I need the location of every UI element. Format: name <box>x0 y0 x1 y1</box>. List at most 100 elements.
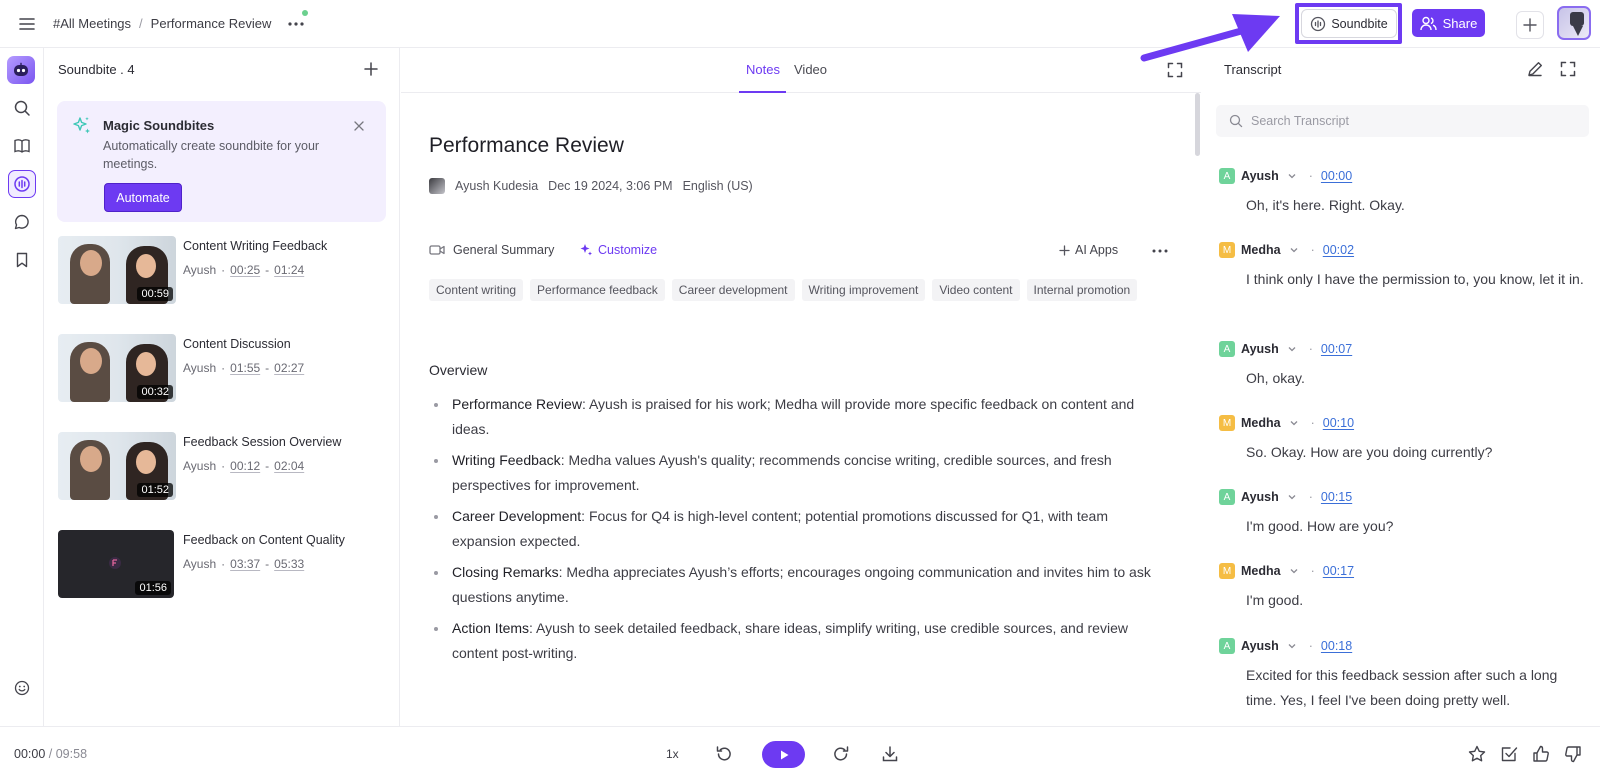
more-options-icon[interactable] <box>286 14 306 34</box>
magic-soundbites-card: Magic Soundbites Automatically create so… <box>57 101 386 222</box>
search-icon[interactable] <box>8 94 36 122</box>
timestamp-link[interactable]: 00:07 <box>1321 342 1352 356</box>
meta-separator: · <box>221 263 226 277</box>
speaker-name[interactable]: Medha <box>1241 243 1281 257</box>
chevron-down-icon[interactable] <box>1287 344 1297 354</box>
search-transcript-input[interactable] <box>1251 114 1581 128</box>
topic-tag[interactable]: Internal promotion <box>1026 279 1138 301</box>
speaker-name[interactable]: Ayush <box>1241 169 1279 183</box>
play-button[interactable] <box>762 741 805 768</box>
chat-icon[interactable] <box>8 208 36 236</box>
menu-icon[interactable] <box>18 15 36 33</box>
speaker-name[interactable]: Ayush <box>1241 342 1279 356</box>
timestamp-link[interactable]: 00:02 <box>1323 243 1354 257</box>
clip-start-time[interactable]: 01:55 <box>230 361 260 375</box>
topic-tag[interactable]: Career development <box>671 279 795 301</box>
chevron-down-icon[interactable] <box>1287 171 1297 181</box>
thumbs-up-icon[interactable] <box>1531 744 1551 764</box>
expand-icon[interactable] <box>1559 60 1577 78</box>
speaker-name[interactable]: Medha <box>1241 564 1281 578</box>
soundbite-clip[interactable]: 01:56 Feedback on Content Quality Ayush … <box>58 530 388 600</box>
download-icon[interactable] <box>880 744 900 764</box>
chevron-down-icon[interactable] <box>1289 245 1299 255</box>
timestamp-link[interactable]: 00:17 <box>1323 564 1354 578</box>
app-logo-icon[interactable] <box>7 56 35 84</box>
breadcrumb: #All Meetings / Performance Review <box>53 16 271 31</box>
expand-icon[interactable] <box>1166 61 1184 79</box>
chevron-down-icon[interactable] <box>1287 492 1297 502</box>
topic-tag[interactable]: Content writing <box>429 279 524 301</box>
clip-meta: Ayush · 00:25 - 01:24 <box>183 263 304 277</box>
transcript-panel: Transcript A Ayush · 00:00 Oh, it's here… <box>1202 48 1600 726</box>
clip-thumbnail: 00:59 <box>58 236 176 304</box>
range-separator: - <box>265 263 270 277</box>
book-icon[interactable] <box>8 132 36 160</box>
forward-icon[interactable] <box>831 744 851 764</box>
clip-end-time[interactable]: 01:24 <box>274 263 304 277</box>
clip-start-time[interactable]: 00:25 <box>230 263 260 277</box>
timestamp-link[interactable]: 00:00 <box>1321 169 1352 183</box>
current-time: 00:00 <box>14 747 46 761</box>
speaker-name[interactable]: Medha <box>1241 416 1281 430</box>
close-icon[interactable] <box>352 119 366 133</box>
chevron-down-icon[interactable] <box>1287 641 1297 651</box>
tab-notes[interactable]: Notes <box>746 62 780 77</box>
clip-end-time[interactable]: 02:27 <box>274 361 304 375</box>
speaker-badge: M <box>1219 415 1235 431</box>
checkbox-icon[interactable] <box>1499 744 1519 764</box>
status-dot <box>302 10 308 16</box>
clip-end-time[interactable]: 05:33 <box>274 557 304 571</box>
edit-icon[interactable] <box>1526 60 1544 78</box>
soundbite-clip[interactable]: 00:32 Content Discussion Ayush · 01:55 -… <box>58 334 388 404</box>
share-button[interactable]: Share <box>1412 9 1485 37</box>
breadcrumb-separator: / <box>139 16 143 31</box>
topic-tag[interactable]: Performance feedback <box>530 279 665 301</box>
thumbs-down-icon[interactable] <box>1563 744 1583 764</box>
soundbite-clip[interactable]: 00:59 Content Writing Feedback Ayush · 0… <box>58 236 388 306</box>
search-icon <box>1229 114 1243 128</box>
tab-video[interactable]: Video <box>794 62 827 77</box>
scrollbar[interactable] <box>1195 93 1200 156</box>
speaker-name[interactable]: Ayush <box>1241 639 1279 653</box>
transcript-text: I think only I have the permission to, y… <box>1246 271 1584 287</box>
soundbite-clip[interactable]: 01:52 Feedback Session Overview Ayush · … <box>58 432 388 502</box>
speaker-name[interactable]: Ayush <box>1241 490 1279 504</box>
meta-separator: · <box>221 361 226 375</box>
clip-end-time[interactable]: 02:04 <box>274 459 304 473</box>
rewind-icon[interactable] <box>714 744 734 764</box>
clip-start-time[interactable]: 00:12 <box>230 459 260 473</box>
topic-tag[interactable]: Video content <box>932 279 1020 301</box>
automate-button[interactable]: Automate <box>104 183 182 212</box>
breadcrumb-all-meetings[interactable]: #All Meetings <box>53 16 131 31</box>
soundbite-nav-icon[interactable] <box>8 170 36 198</box>
soundbite-button[interactable]: Soundbite <box>1301 9 1397 38</box>
chevron-down-icon[interactable] <box>1289 418 1299 428</box>
clip-speaker: Ayush <box>183 459 217 473</box>
more-options-icon[interactable] <box>1151 244 1169 258</box>
chevron-down-icon[interactable] <box>1289 566 1299 576</box>
customize-button[interactable]: Customize <box>579 243 657 257</box>
timestamp-link[interactable]: 00:10 <box>1323 416 1354 430</box>
transcript-entry: A Ayush · 00:18 Excited for this feedbac… <box>1219 637 1589 713</box>
bullet-text: : Ayush to seek detailed feedback, share… <box>452 620 1128 661</box>
general-summary-selector[interactable]: General Summary <box>429 243 554 257</box>
timestamp-link[interactable]: 00:15 <box>1321 490 1352 504</box>
star-icon[interactable] <box>1467 744 1487 764</box>
speaker-badge: A <box>1219 341 1235 357</box>
clip-thumbnail: 01:56 <box>58 530 174 598</box>
timestamp-link[interactable]: 00:18 <box>1321 639 1352 653</box>
add-button[interactable] <box>1516 11 1544 39</box>
playback-speed[interactable]: 1x <box>666 747 679 761</box>
transcript-entry: M Medha · 00:10 So. Okay. How are you do… <box>1219 414 1589 465</box>
transcript-text: So. Okay. How are you doing currently? <box>1246 444 1493 460</box>
transcript-entry: M Medha · 00:02 I think only I have the … <box>1219 241 1589 292</box>
clip-start-time[interactable]: 03:37 <box>230 557 260 571</box>
smiley-icon[interactable] <box>8 674 36 702</box>
soundbite-icon <box>1311 16 1326 31</box>
topic-tag[interactable]: Writing improvement <box>801 279 926 301</box>
clip-duration: 00:59 <box>137 287 173 301</box>
add-soundbite-icon[interactable] <box>361 59 381 79</box>
bookmark-icon[interactable] <box>8 246 36 274</box>
user-avatar[interactable] <box>1557 6 1591 40</box>
ai-apps-button[interactable]: AI Apps <box>1059 243 1118 257</box>
